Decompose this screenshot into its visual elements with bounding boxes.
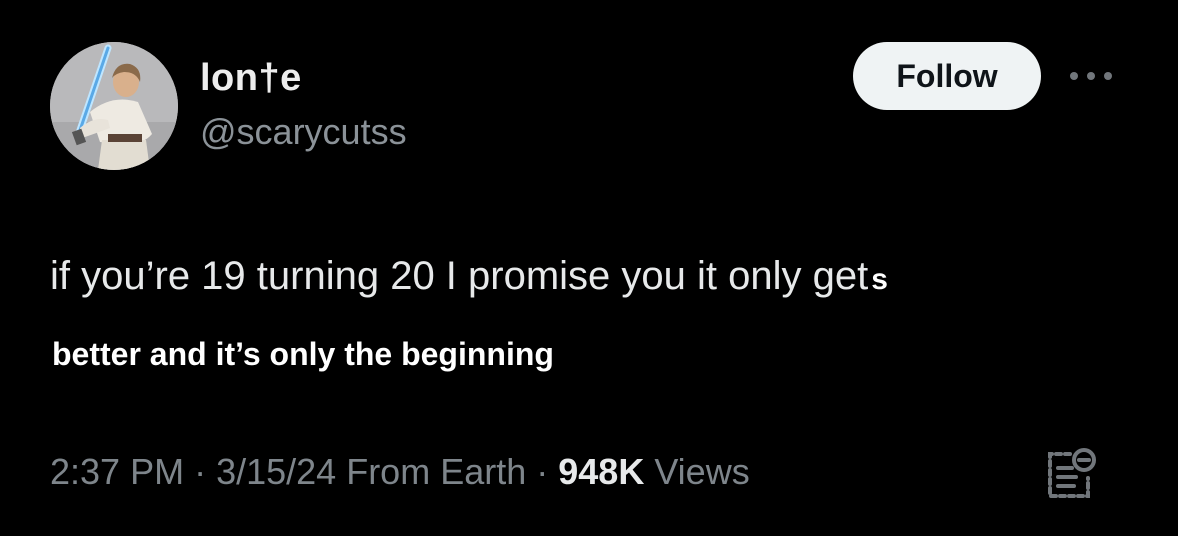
avatar-lightsaber-icon [50,42,178,170]
follow-button[interactable]: Follow [853,42,1041,110]
meta-separator: · [184,451,217,492]
views-label[interactable]: Views [644,451,749,492]
meta-separator: · [526,451,559,492]
more-horizontal-icon[interactable] [1066,68,1116,84]
user-handle[interactable]: @scarycutss [200,110,407,154]
tweet-text-tail: s [871,263,888,296]
avatar[interactable] [50,42,178,170]
tweet-meta: 2:37 PM · 3/15/24 From Earth · 948K View… [50,448,750,496]
tweet-card: lon†e @scarycutss Follow if you’re 19 tu… [0,0,1178,536]
community-notes-icon[interactable] [1040,446,1098,504]
tweet-source: From Earth [336,451,527,492]
tweet-text-overlay: better and it’s only the beginning [52,336,554,372]
views-count[interactable]: 948K [558,451,644,492]
tweet-text: if you’re 19 turning 20 I promise you it… [50,248,888,308]
tweet-text-main: if you’re 19 turning 20 I promise you it… [50,254,869,298]
tweet-time[interactable]: 2:37 PM [50,451,184,492]
tweet-date[interactable]: 3/15/24 [216,451,336,492]
display-name[interactable]: lon†e [200,56,302,100]
